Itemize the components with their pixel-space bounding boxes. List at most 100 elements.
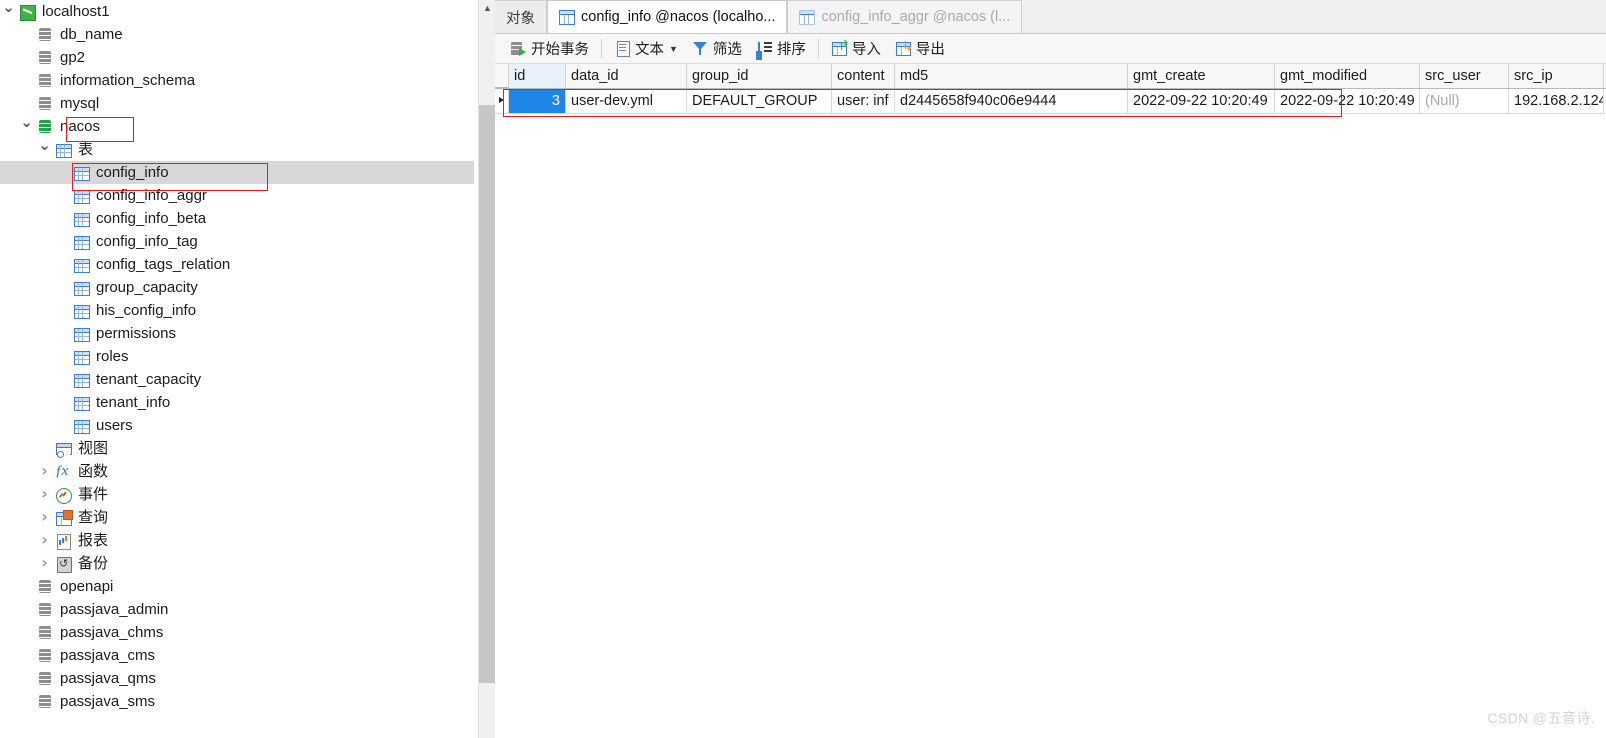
tree-item-his_config_info[interactable]: his_config_info — [0, 299, 474, 322]
chevron-right-icon[interactable] — [36, 528, 53, 553]
tree-item-config_info_beta[interactable]: config_info_beta — [0, 207, 474, 230]
chevron-right-icon[interactable] — [36, 505, 53, 530]
tree-item-label: 事件 — [78, 486, 109, 503]
tree-item-label: 备份 — [78, 555, 109, 572]
column-header-id[interactable]: id — [509, 64, 566, 88]
tree-item-label: gp2 — [60, 49, 86, 66]
text-view-button[interactable]: 文本 ▼ — [607, 36, 685, 62]
column-header-data_id[interactable]: data_id — [566, 64, 687, 88]
csdn-watermark: CSDN @五音诗. — [1487, 710, 1595, 726]
tree-item-users[interactable]: users — [0, 414, 474, 437]
tree-item-localhost1[interactable]: localhost1 — [0, 0, 474, 23]
tree-item-tenant_info[interactable]: tenant_info — [0, 391, 474, 414]
tree-item-[interactable]: 表 — [0, 138, 474, 161]
tab-bar[interactable]: 对象 config_info @nacos (localho... config_i… — [495, 0, 1606, 34]
column-header-src_user[interactable]: src_user — [1420, 64, 1509, 88]
database-icon — [35, 690, 55, 713]
tree-item-config_info[interactable]: config_info — [0, 161, 474, 184]
table-icon — [71, 207, 91, 230]
chevron-right-icon[interactable] — [36, 482, 53, 507]
tab-table-1[interactable]: config_info @nacos (localho... — [547, 0, 788, 33]
data-grid[interactable]: id data_id group_id content md5 gmt_create gmt… — [495, 64, 1606, 114]
tree-item-config_info_tag[interactable]: config_info_tag — [0, 230, 474, 253]
column-header-group_id[interactable]: group_id — [687, 64, 832, 88]
chevron-down-icon[interactable] — [18, 115, 35, 139]
cell-content[interactable]: user: inf — [832, 89, 895, 114]
cell-group_id[interactable]: DEFAULT_GROUP — [687, 89, 832, 114]
database-tree[interactable]: localhost1 db_name gp2 information_schemamy… — [0, 0, 474, 713]
table-row[interactable]: 3 user-dev.yml DEFAULT_GROUP user: inf d2445… — [495, 89, 1606, 114]
tree-item-tenant_capacity[interactable]: tenant_capacity — [0, 368, 474, 391]
tree-item-label: 视图 — [78, 440, 109, 457]
tree-item-permissions[interactable]: permissions — [0, 322, 474, 345]
filter-button[interactable]: 筛选 — [685, 36, 749, 62]
tree-item-information_schema[interactable]: information_schema — [0, 69, 474, 92]
event-icon — [53, 483, 73, 506]
tree-item-mysql[interactable]: mysql — [0, 92, 474, 115]
tab-table-2[interactable]: config_info_aggr @nacos (l... — [787, 0, 1023, 33]
tree-item-[interactable]: 函数 — [0, 460, 474, 483]
tree-item-passjava_sms[interactable]: passjava_sms — [0, 690, 474, 713]
tree-item-config_tags_relation[interactable]: config_tags_relation — [0, 253, 474, 276]
cell-src_user[interactable]: (Null) — [1420, 89, 1509, 114]
cell-id[interactable]: 3 — [509, 89, 566, 114]
grid-toolbar[interactable]: 开始事务 文本 ▼ 筛选 排序 导入 导出 — [495, 34, 1606, 64]
row-marker[interactable] — [495, 89, 509, 114]
column-header-md5[interactable]: md5 — [895, 64, 1128, 88]
export-button[interactable]: 导出 — [888, 36, 952, 62]
scroll-up-icon[interactable]: ▲ — [479, 0, 496, 17]
cell-gmt_create[interactable]: 2022-09-22 10:20:49 — [1128, 89, 1275, 114]
tab-label: 对象 — [506, 10, 535, 27]
column-header-gmt_create[interactable]: gmt_create — [1128, 64, 1275, 88]
text-view-label: 文本 — [635, 42, 664, 58]
tree-item-[interactable]: 备份 — [0, 551, 474, 576]
begin-transaction-label: 开始事务 — [531, 42, 589, 58]
transaction-icon — [510, 40, 527, 57]
tab-objects[interactable]: 对象 — [495, 0, 547, 33]
export-icon — [895, 39, 914, 57]
tree-item-config_info_aggr[interactable]: config_info_aggr — [0, 184, 474, 207]
column-header-gmt_modified[interactable]: gmt_modified — [1275, 64, 1420, 88]
tree-item-db_name[interactable]: db_name — [0, 23, 474, 46]
chevron-right-icon[interactable] — [36, 459, 53, 484]
tree-item-label: config_info_tag — [96, 233, 198, 250]
tree-item-passjava_admin[interactable]: passjava_admin — [0, 598, 474, 621]
tree-item-label: group_capacity — [96, 279, 198, 296]
function-icon — [53, 460, 73, 483]
tree-item-passjava_qms[interactable]: passjava_qms — [0, 667, 474, 690]
sort-button[interactable]: 排序 — [749, 36, 813, 62]
chevron-down-icon[interactable] — [0, 0, 17, 24]
column-header-src_ip[interactable]: src_ip — [1509, 64, 1604, 88]
sidebar-scrollbar[interactable]: ▲ — [478, 0, 496, 738]
sort-label: 排序 — [776, 42, 806, 58]
current-row-arrow-icon — [499, 97, 504, 103]
table-icon — [71, 230, 91, 253]
chevron-down-icon[interactable] — [36, 138, 53, 162]
tree-item-passjava_cms[interactable]: passjava_cms — [0, 644, 474, 667]
cell-gmt_modified[interactable]: 2022-09-22 10:20:49 — [1275, 89, 1420, 114]
cell-md5[interactable]: d2445658f940c06e9444 — [895, 89, 1128, 114]
tree-item-passjava_chms[interactable]: passjava_chms — [0, 621, 474, 644]
tree-item-[interactable]: 事件 — [0, 483, 474, 506]
grid-body[interactable]: 3 user-dev.yml DEFAULT_GROUP user: inf d2445… — [495, 89, 1606, 114]
tree-item-nacos[interactable]: nacos — [0, 115, 474, 138]
import-button[interactable]: 导入 — [824, 36, 888, 62]
chevron-down-icon[interactable]: ▼ — [669, 44, 678, 54]
tree-item-group_capacity[interactable]: group_capacity — [0, 276, 474, 299]
grid-header-row[interactable]: id data_id group_id content md5 gmt_create gmt… — [495, 64, 1606, 89]
begin-transaction-button[interactable]: 开始事务 — [503, 36, 596, 62]
column-header-content[interactable]: content — [832, 64, 895, 88]
cell-src_ip[interactable]: 192.168.2.124 — [1509, 89, 1604, 114]
tree-item-[interactable]: 查询 — [0, 506, 474, 529]
tree-item-label: information_schema — [60, 72, 196, 89]
table-icon — [71, 253, 91, 276]
cell-data_id[interactable]: user-dev.yml — [566, 89, 687, 114]
tree-item-[interactable]: 视图 — [0, 437, 474, 460]
tree-item-[interactable]: 报表 — [0, 529, 474, 552]
tree-item-openapi[interactable]: openapi — [0, 575, 474, 598]
tree-item-roles[interactable]: roles — [0, 345, 474, 368]
scrollbar-thumb[interactable] — [479, 105, 496, 683]
chevron-right-icon[interactable] — [36, 551, 53, 576]
tree-item-gp2[interactable]: gp2 — [0, 46, 474, 69]
object-tree-panel[interactable]: localhost1 db_name gp2 information_schemamy… — [0, 0, 474, 738]
